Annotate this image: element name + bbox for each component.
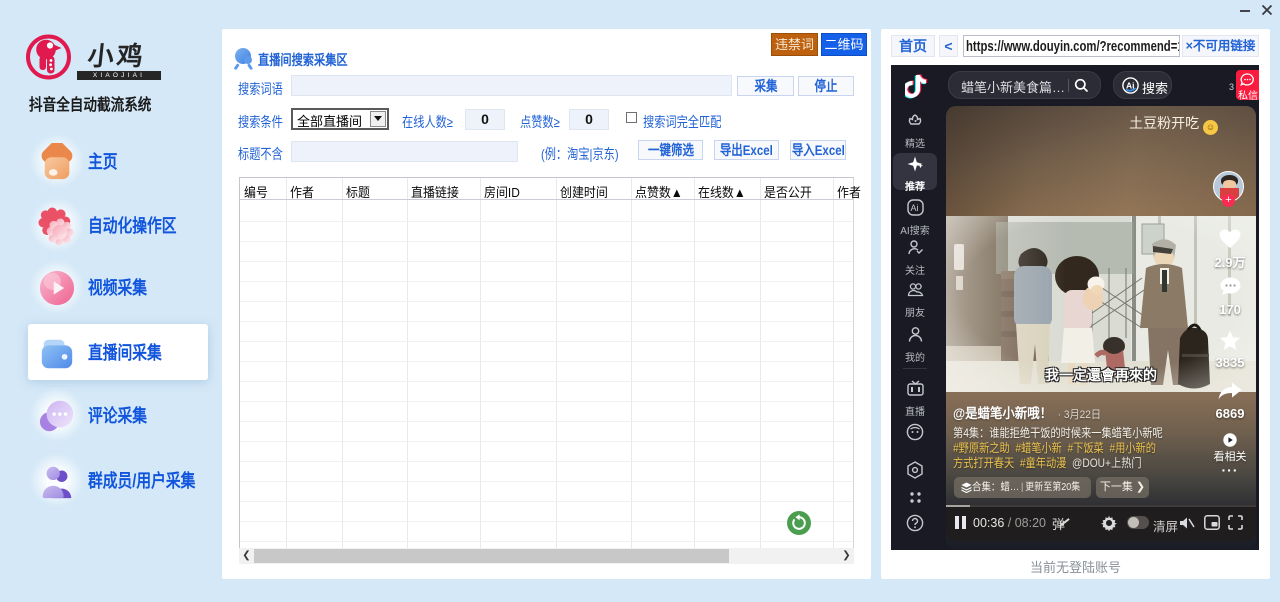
svg-text:Ai: Ai — [910, 203, 918, 213]
